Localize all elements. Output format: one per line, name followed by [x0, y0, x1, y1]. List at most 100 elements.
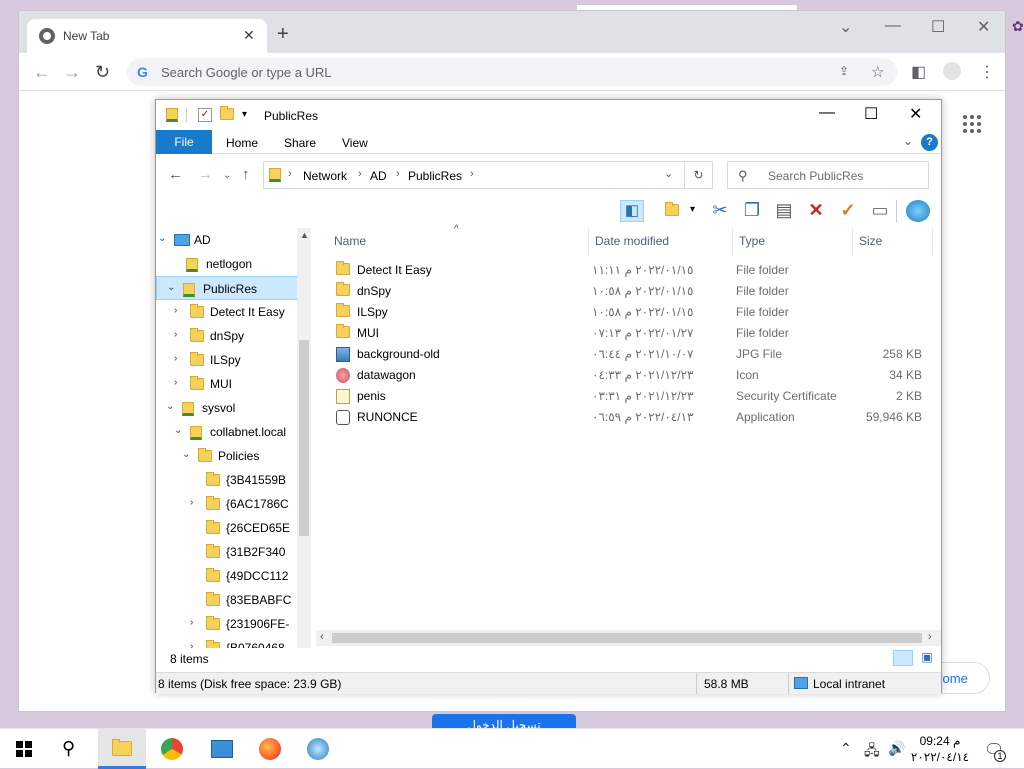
- nav-item[interactable]: › ILSpy: [156, 348, 311, 372]
- breadcrumb-separator[interactable]: ›: [470, 168, 474, 180]
- checkmark-icon[interactable]: ✓: [836, 200, 860, 222]
- browser-tab[interactable]: New Tab ✕: [27, 19, 267, 53]
- nav-item[interactable]: ⌄ sysvol: [156, 396, 311, 420]
- cut-icon[interactable]: ✂: [708, 200, 732, 222]
- paste-icon[interactable]: ▤: [772, 200, 796, 222]
- forward-arrow-icon[interactable]: →: [198, 166, 213, 183]
- breadcrumb-separator[interactable]: ›: [288, 168, 292, 180]
- new-item-dropdown-icon[interactable]: ▾: [690, 204, 695, 215]
- breadcrumb-publicres[interactable]: PublicRes: [408, 169, 462, 183]
- nav-item[interactable]: {49DCC112: [156, 564, 311, 588]
- breadcrumb-separator[interactable]: ›: [396, 168, 400, 180]
- taskbar-firefox[interactable]: [246, 729, 294, 769]
- large-icons-view-icon[interactable]: ▣: [917, 650, 937, 666]
- nav-item[interactable]: {26CED65E: [156, 516, 311, 540]
- expand-ribbon-icon[interactable]: ⌄: [903, 134, 913, 148]
- table-row[interactable]: dnSpy ٢٠٢٢/٠١/١٥ م ١٠:٥٨ File folder: [326, 280, 926, 301]
- table-row[interactable]: Detect It Easy ٢٠٢٢/٠١/١٥ م ١١:١١ File fol…: [326, 259, 926, 280]
- scroll-up-icon[interactable]: ▲: [300, 230, 309, 240]
- refresh-button[interactable]: ↻: [685, 161, 713, 189]
- tab-home[interactable]: Home: [226, 136, 258, 150]
- column-divider[interactable]: [588, 228, 589, 254]
- table-row[interactable]: datawagon ٢٠٢١/١٢/٢٣ م ٠٤:٣٣ Icon 34 KB: [326, 364, 926, 385]
- menu-kebab-icon[interactable]: ⋮: [979, 62, 995, 82]
- back-arrow-icon[interactable]: ←: [168, 166, 183, 183]
- details-view-icon[interactable]: [893, 650, 913, 666]
- close-window-button[interactable]: ✕: [977, 17, 990, 37]
- expand-chevron-icon[interactable]: ›: [190, 641, 193, 648]
- search-input[interactable]: ⚲ Search PublicRes: [727, 161, 929, 189]
- globe-icon[interactable]: [906, 200, 930, 222]
- bookmark-star-icon[interactable]: ☆: [871, 63, 884, 81]
- clock[interactable]: م 09:24 ٢٠٢٢/٠٤/١٤: [900, 733, 980, 765]
- horizontal-scrollbar[interactable]: ‹ ›: [316, 630, 941, 646]
- table-row[interactable]: background-old ٢٠٢١/١٠/٠٧ م ٠٦:٤٤ JPG File…: [326, 343, 926, 364]
- collapse-chevron-icon[interactable]: ⌄: [174, 425, 182, 436]
- search-button[interactable]: ⚲: [48, 729, 96, 769]
- maximize-button[interactable]: ☐: [864, 104, 878, 124]
- reload-icon[interactable]: ↻: [95, 62, 110, 83]
- tab-view[interactable]: View: [342, 136, 368, 150]
- collapse-chevron-icon[interactable]: ⌄: [158, 233, 166, 244]
- address-bar[interactable]: G Search Google or type a URL ⇪ ☆: [127, 58, 897, 86]
- forward-arrow-icon[interactable]: →: [63, 62, 81, 83]
- column-header-name[interactable]: Name: [334, 234, 366, 248]
- expand-chevron-icon[interactable]: ›: [174, 305, 177, 316]
- nav-item[interactable]: › {B0760468: [156, 636, 311, 648]
- column-divider[interactable]: [932, 228, 933, 254]
- nav-item[interactable]: ⌄ PublicRes: [156, 276, 311, 300]
- table-row[interactable]: ILSpy ٢٠٢٢/٠١/١٥ م ١٠:٥٨ File folder: [326, 301, 926, 322]
- recent-locations-icon[interactable]: ⌄: [223, 170, 231, 181]
- address-dropdown-icon[interactable]: ⌄: [664, 167, 673, 180]
- minimize-button[interactable]: —: [819, 104, 835, 122]
- nav-scroll-thumb[interactable]: [299, 340, 309, 536]
- close-tab-icon[interactable]: ✕: [243, 27, 255, 44]
- taskbar-chrome[interactable]: [148, 729, 196, 769]
- profile-avatar-icon[interactable]: [943, 62, 961, 80]
- scroll-right-icon[interactable]: ›: [928, 631, 932, 643]
- collapse-chevron-icon[interactable]: ⌄: [166, 401, 174, 412]
- tab-search-icon[interactable]: ⌄: [839, 17, 852, 37]
- column-header-size[interactable]: Size: [859, 234, 882, 248]
- new-tab-button[interactable]: +: [277, 23, 289, 46]
- network-icon[interactable]: 🖧: [864, 740, 880, 764]
- quick-access-dropdown-icon[interactable]: ▾: [242, 109, 247, 120]
- tab-file[interactable]: File: [156, 130, 212, 154]
- help-icon[interactable]: ?: [921, 134, 938, 151]
- properties-icon[interactable]: ✓: [198, 108, 212, 122]
- collapse-chevron-icon[interactable]: ⌄: [182, 449, 190, 460]
- nav-item[interactable]: › Detect It Easy: [156, 300, 311, 324]
- nav-item[interactable]: › {231906FE-: [156, 612, 311, 636]
- side-panel-icon[interactable]: ◧: [911, 62, 926, 82]
- column-divider[interactable]: [732, 228, 733, 254]
- expand-chevron-icon[interactable]: ›: [174, 353, 177, 364]
- new-folder-icon[interactable]: [660, 200, 684, 222]
- delete-icon[interactable]: ✕: [804, 200, 828, 222]
- table-row[interactable]: MUI ٢٠٢٢/٠١/٢٧ م ٠٧:١٣ File folder: [326, 322, 926, 343]
- scroll-left-icon[interactable]: ‹: [320, 631, 324, 643]
- rename-icon[interactable]: ▭: [868, 200, 892, 222]
- breadcrumb-separator[interactable]: ›: [358, 168, 362, 180]
- expand-chevron-icon[interactable]: ›: [190, 617, 193, 628]
- close-window-button[interactable]: ✕: [909, 104, 922, 124]
- show-hidden-icons-icon[interactable]: ⌃: [840, 740, 852, 757]
- share-icon[interactable]: ⇪: [839, 64, 849, 78]
- nav-item[interactable]: › MUI: [156, 372, 311, 396]
- column-header-date[interactable]: Date modified: [595, 234, 669, 248]
- nav-item[interactable]: {83EBABFC: [156, 588, 311, 612]
- horizontal-scroll-thumb[interactable]: [332, 633, 922, 643]
- preview-pane-icon[interactable]: ◧: [620, 200, 644, 222]
- nav-item[interactable]: › {6AC1786C: [156, 492, 311, 516]
- table-row[interactable]: penis ٢٠٢١/١٢/٢٣ م ٠٣:٣١ Security Certific…: [326, 385, 926, 406]
- back-arrow-icon[interactable]: ←: [33, 62, 51, 83]
- up-arrow-icon[interactable]: ↑: [242, 166, 250, 183]
- nav-item[interactable]: ⌄ Policies: [156, 444, 311, 468]
- start-button[interactable]: [0, 729, 48, 769]
- column-header-type[interactable]: Type: [739, 234, 765, 248]
- breadcrumb-network[interactable]: Network: [303, 169, 347, 183]
- breadcrumb[interactable]: › Network › AD › PublicRes › ⌄: [263, 161, 685, 189]
- taskbar-file-explorer[interactable]: [98, 729, 146, 769]
- google-apps-icon[interactable]: [963, 115, 981, 133]
- copy-icon[interactable]: ❐: [740, 200, 764, 222]
- nav-item[interactable]: ⌄ collabnet.local: [156, 420, 311, 444]
